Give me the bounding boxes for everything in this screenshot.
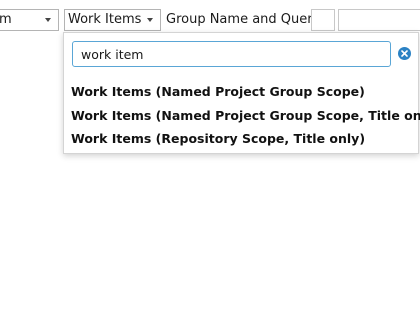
dropdown-result-list: Work Items (Named Project Group Scope) W… <box>71 80 420 151</box>
scope-combo[interactable]: m <box>0 9 59 31</box>
search-type-dropdown: Work Items (Named Project Group Scope) W… <box>63 32 420 154</box>
dropdown-filter-input[interactable] <box>72 41 391 67</box>
chevron-down-icon <box>147 18 153 22</box>
query-field[interactable] <box>338 9 420 31</box>
group-name-field[interactable] <box>311 9 335 31</box>
dropdown-option[interactable]: Work Items (Named Project Group Scope) <box>71 80 420 104</box>
scope-combo-value: m <box>0 12 12 27</box>
group-name-query-label: Group Name and Query: <box>166 12 324 27</box>
search-type-combo[interactable]: Work Items <box>64 9 161 31</box>
chevron-down-icon <box>45 18 51 22</box>
search-type-combo-value: Work Items <box>68 12 142 27</box>
dropdown-option[interactable]: Work Items (Repository Scope, Title only… <box>71 127 420 151</box>
clear-search-icon[interactable] <box>398 47 411 60</box>
dropdown-option[interactable]: Work Items (Named Project Group Scope, T… <box>71 104 420 128</box>
